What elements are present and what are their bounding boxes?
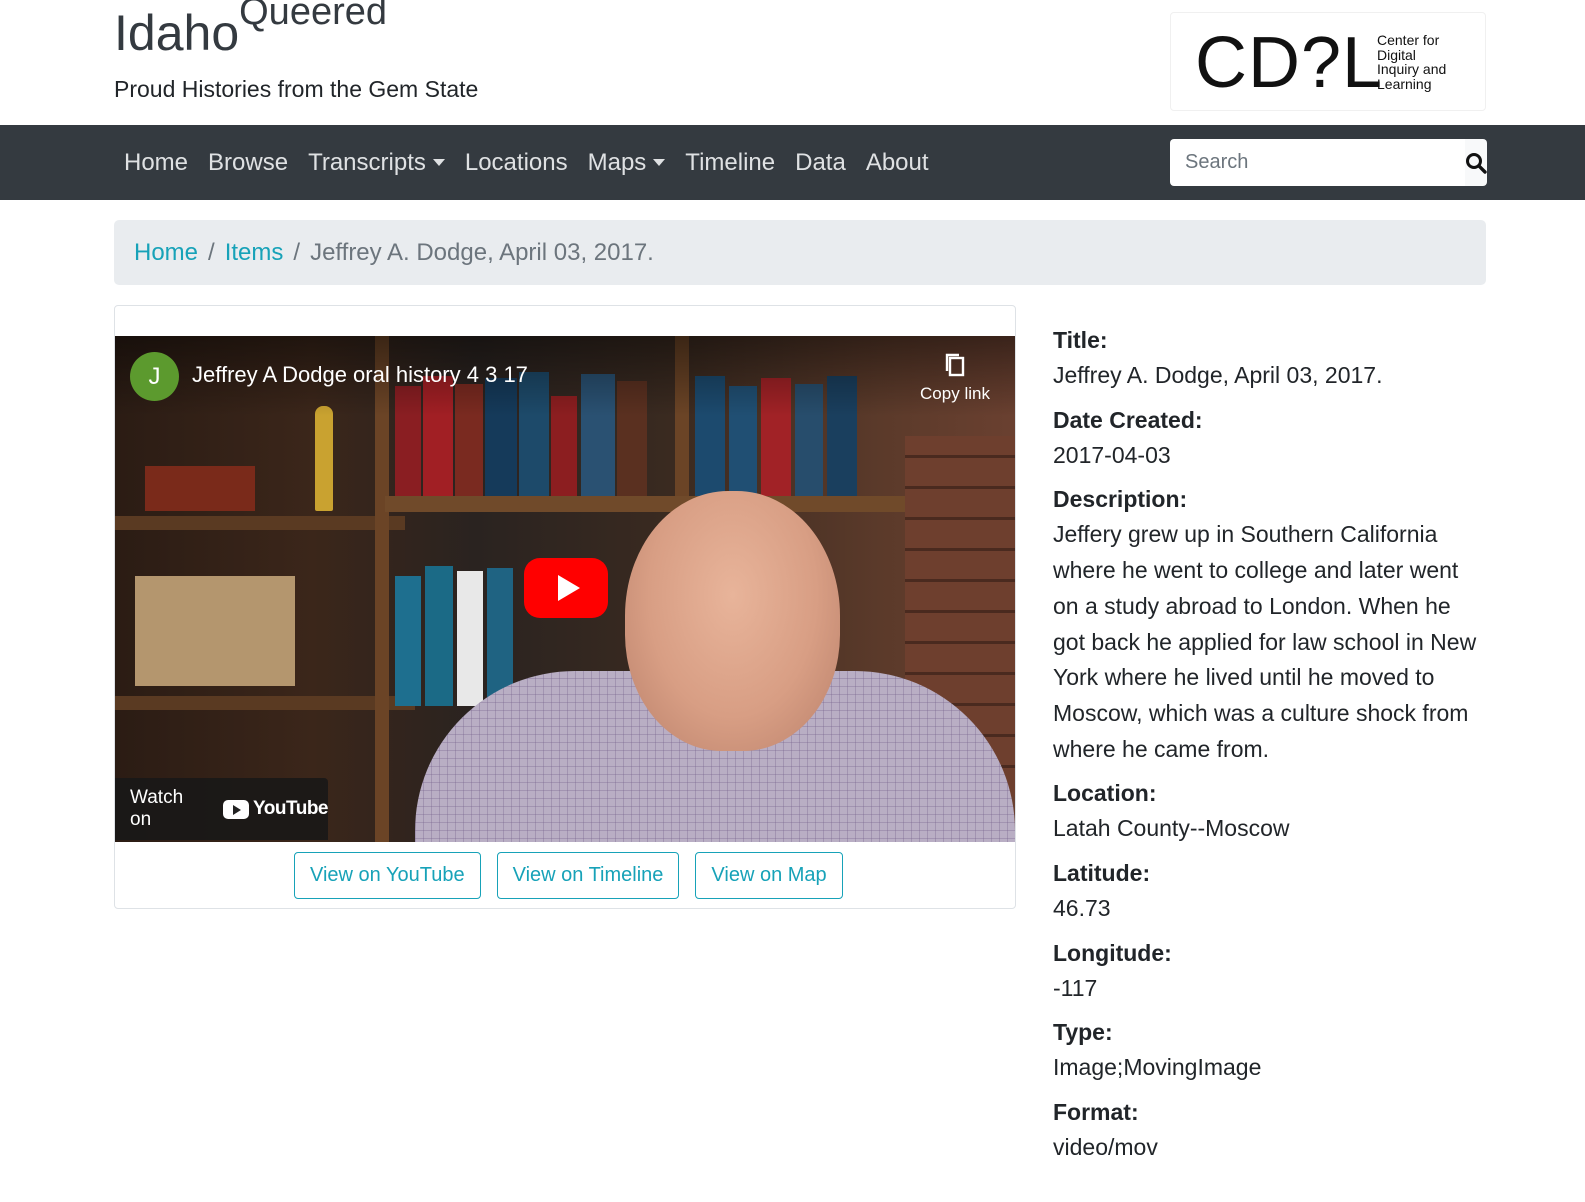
media-actions: View on YouTube View on Timeline View on…: [294, 852, 843, 899]
nav-about[interactable]: About: [856, 149, 939, 177]
media-card: J Jeffrey A Dodge oral history 4 3 17 Co…: [114, 305, 1016, 909]
nav-locations-label: Locations: [464, 148, 568, 176]
cdil-logo-mark: CD?L: [1195, 23, 1384, 103]
meta-location-value: Latah County--Moscow: [1053, 815, 1290, 842]
nav-transcripts-dropdown[interactable]: Transcripts: [298, 149, 455, 177]
search-button[interactable]: [1465, 139, 1487, 186]
copy-link-button[interactable]: Copy link: [915, 352, 995, 404]
nav-home[interactable]: Home: [114, 149, 198, 177]
breadcrumb-separator: /: [208, 238, 215, 266]
copy-icon: [945, 353, 965, 377]
play-button[interactable]: [524, 558, 608, 618]
breadcrumb-items-link[interactable]: Items: [225, 239, 284, 267]
youtube-embed[interactable]: J Jeffrey A Dodge oral history 4 3 17 Co…: [115, 336, 1015, 842]
logo-text-line: Center for: [1377, 32, 1440, 48]
meta-type-value: Image;MovingImage: [1053, 1054, 1262, 1081]
site-title-main[interactable]: Idaho: [114, 5, 239, 61]
watch-on-label: Watch on: [130, 787, 184, 830]
youtube-logo: YouTube: [223, 798, 328, 820]
interviewee: [415, 446, 1015, 842]
meta-longitude-label: Longitude:: [1053, 939, 1172, 966]
view-on-timeline-button[interactable]: View on Timeline: [496, 852, 680, 899]
copy-link-label: Copy link: [920, 384, 990, 403]
item-main: J Jeffrey A Dodge oral history 4 3 17 Co…: [114, 305, 1486, 1175]
caret-down-icon: [432, 159, 445, 166]
meta-title-value: Jeffrey A. Dodge, April 03, 2017.: [1053, 362, 1383, 388]
meta-description-value: Jeffery grew up in Southern California w…: [1053, 521, 1477, 762]
item-metadata: Title: Jeffrey A. Dodge, April 03, 2017.…: [1053, 323, 1486, 1166]
meta-latitude-label: Latitude:: [1053, 860, 1151, 887]
cdil-logo-text: Center for Digital Inquiry and Learning: [1377, 33, 1446, 91]
site-header: IdahoQueered Proud Histories from the Ge…: [0, 0, 1585, 125]
site-title[interactable]: IdahoQueered: [114, 0, 387, 61]
nav-about-label: About: [865, 148, 929, 176]
breadcrumb-current: Jeffrey A. Dodge, April 03, 2017.: [310, 238, 654, 266]
nav-maps-label: Maps: [587, 148, 647, 176]
view-on-youtube-button[interactable]: View on YouTube: [294, 852, 481, 899]
channel-avatar[interactable]: J: [130, 352, 179, 401]
cdil-logo[interactable]: CD?L Center for Digital Inquiry and Lear…: [1170, 12, 1486, 111]
logo-text-line: Inquiry and: [1377, 61, 1447, 77]
search-form: [1170, 139, 1487, 186]
nav-data-label: Data: [795, 148, 846, 176]
logo-text-line: Learning: [1377, 75, 1432, 92]
search-icon: [1466, 152, 1487, 174]
breadcrumb: Home / Items / Jeffrey A. Dodge, April 0…: [114, 220, 1486, 285]
meta-description-label: Description:: [1053, 486, 1188, 513]
nav-transcripts-label: Transcripts: [308, 148, 426, 176]
caret-down-icon: [653, 159, 666, 166]
breadcrumb-separator: /: [293, 238, 301, 266]
meta-type-label: Type:: [1053, 1019, 1113, 1046]
site-title-sup[interactable]: Queered: [239, 0, 387, 33]
video-title[interactable]: Jeffrey A Dodge oral history 4 3 17: [192, 362, 528, 388]
nav-data[interactable]: Data: [785, 149, 856, 177]
bookshelf: [115, 696, 415, 710]
nav-browse-label: Browse: [208, 148, 289, 176]
bookshelf: [115, 516, 405, 530]
view-on-map-button[interactable]: View on Map: [695, 852, 843, 899]
nav-links: Home Browse Transcripts Locations Maps T…: [114, 125, 939, 200]
meta-title-label: Title:: [1053, 327, 1108, 353]
meta-location-label: Location:: [1053, 780, 1157, 807]
youtube-wordmark: YouTube: [253, 798, 328, 819]
meta-date-value: 2017-04-03: [1053, 441, 1171, 468]
search-input[interactable]: [1170, 139, 1465, 186]
trophy: [315, 406, 333, 511]
cardboard-box: [135, 576, 295, 686]
meta-date-label: Date Created:: [1053, 406, 1203, 433]
nav-maps-dropdown[interactable]: Maps: [578, 149, 676, 177]
breadcrumb-home-link[interactable]: Home: [134, 239, 198, 267]
logo-text-line: Digital: [1377, 46, 1416, 63]
plaque: [145, 466, 255, 511]
nav-timeline[interactable]: Timeline: [675, 149, 785, 177]
interviewee-head: [625, 491, 840, 751]
meta-format-label: Format:: [1053, 1099, 1139, 1126]
watch-on-youtube-button[interactable]: Watch on YouTube: [115, 778, 328, 840]
meta-latitude-value: 46.73: [1053, 895, 1111, 922]
nav-home-label: Home: [124, 148, 189, 176]
nav-timeline-label: Timeline: [685, 148, 776, 176]
nav-locations[interactable]: Locations: [455, 149, 578, 177]
meta-longitude-value: -117: [1053, 974, 1098, 1001]
nav-browse[interactable]: Browse: [198, 149, 298, 177]
main-navbar: Home Browse Transcripts Locations Maps T…: [0, 125, 1585, 200]
youtube-icon: [223, 799, 250, 819]
site-subtitle: Proud Histories from the Gem State: [114, 76, 479, 102]
meta-format-value: video/mov: [1053, 1134, 1158, 1161]
